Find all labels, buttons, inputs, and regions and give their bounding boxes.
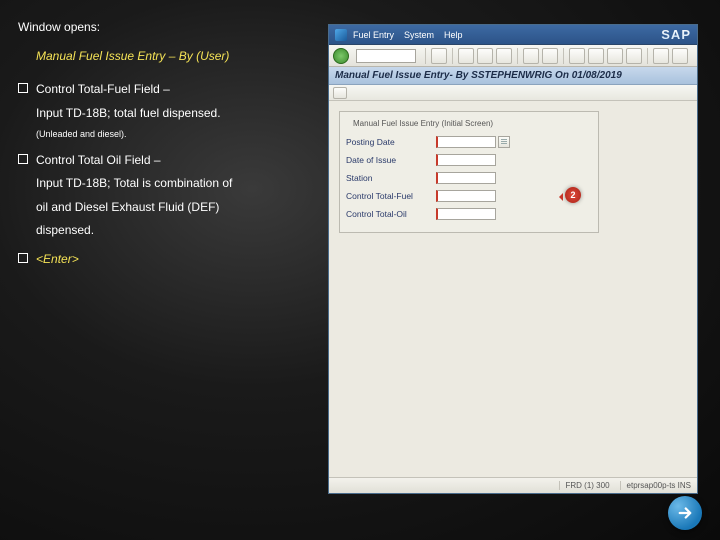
sap-statusbar: FRD (1) 300 etprsap00p-ts INS [329, 477, 697, 493]
screen-banner: Manual Fuel Issue Entry- By SSTEPHENWRIG… [329, 67, 697, 85]
menu-help[interactable]: Help [444, 30, 463, 40]
statusbar-host: etprsap00p-ts INS [620, 481, 691, 490]
statusbar-system: FRD (1) 300 [559, 481, 610, 490]
sap-titlebar: Fuel Entry System Help SAP [329, 25, 697, 45]
print-button[interactable] [523, 48, 539, 64]
first-page-button[interactable] [569, 48, 585, 64]
help-button[interactable] [653, 48, 669, 64]
sap-logo: SAP [661, 27, 691, 42]
checkbox-bullet-icon [18, 253, 28, 263]
bullet-2-main: Control Total Oil Field – [36, 151, 298, 170]
date-picker-icon[interactable] [498, 136, 510, 148]
label-station: Station [346, 173, 436, 183]
menu-bar: Fuel Entry System Help [353, 30, 463, 40]
toolbar-separator [517, 48, 518, 64]
form-area: Manual Fuel Issue Entry (Initial Screen)… [329, 101, 697, 477]
toolbar-separator [452, 48, 453, 64]
menu-system[interactable]: System [404, 30, 434, 40]
enter-button[interactable] [333, 48, 349, 64]
exit-button[interactable] [477, 48, 493, 64]
prev-page-button[interactable] [588, 48, 604, 64]
groupbox-title: Manual Fuel Issue Entry (Initial Screen) [350, 119, 496, 128]
toolbar-separator [563, 48, 564, 64]
sap-app-icon [335, 29, 347, 41]
bullet-1: Control Total-Fuel Field – [18, 80, 298, 99]
input-posting-date[interactable] [436, 136, 496, 148]
window-title-line: Manual Fuel Issue Entry – By (User) [36, 47, 298, 66]
app-toolbar [329, 85, 697, 101]
find-button[interactable] [542, 48, 558, 64]
intro-line: Window opens: [18, 18, 298, 37]
checkbox-bullet-icon [18, 154, 28, 164]
bullet-1-sub: Input TD-18B; total fuel dispensed. [36, 104, 298, 123]
input-control-total-fuel[interactable] [436, 190, 496, 202]
next-page-button[interactable] [607, 48, 623, 64]
menu-fuel-entry[interactable]: Fuel Entry [353, 30, 394, 40]
input-control-total-oil[interactable] [436, 208, 496, 220]
app-toolbar-button[interactable] [333, 87, 347, 99]
arrow-right-icon [676, 504, 694, 522]
bullet-1-main: Control Total-Fuel Field – [36, 80, 298, 99]
cancel-button[interactable] [496, 48, 512, 64]
checkbox-bullet-icon [18, 83, 28, 93]
bullet-3-enter: <<Enter>Enter> [36, 250, 298, 269]
row-station: Station [346, 170, 592, 186]
form-groupbox: Manual Fuel Issue Entry (Initial Screen)… [339, 111, 599, 233]
label-control-total-fuel: Control Total-Fuel [346, 191, 436, 201]
command-field[interactable] [356, 49, 416, 63]
input-station[interactable] [436, 172, 496, 184]
bullet-2-sub3: dispensed. [36, 221, 298, 240]
row-posting-date: Posting Date [346, 134, 592, 150]
callout-badge-2: 2 [565, 187, 581, 203]
toolbar-separator [425, 48, 426, 64]
label-date-of-issue: Date of Issue [346, 155, 436, 165]
sap-window: Fuel Entry System Help SAP Manual Fuel I… [328, 24, 698, 494]
save-button[interactable] [431, 48, 447, 64]
bullet-2-sub1: Input TD-18B; Total is combination of [36, 174, 298, 193]
layout-button[interactable] [672, 48, 688, 64]
label-control-total-oil: Control Total-Oil [346, 209, 436, 219]
toolbar-separator [647, 48, 648, 64]
input-date-of-issue[interactable] [436, 154, 496, 166]
sap-toolbar [329, 45, 697, 67]
label-posting-date: Posting Date [346, 137, 436, 147]
bullet-3: <<Enter>Enter> [18, 250, 298, 269]
bullet-2-sub2: oil and Diesel Exhaust Fluid (DEF) [36, 198, 298, 217]
bullet-1-note: (Unleaded and diesel). [36, 127, 298, 141]
bullet-2: Control Total Oil Field – [18, 151, 298, 170]
back-button[interactable] [458, 48, 474, 64]
row-control-total-oil: Control Total-Oil [346, 206, 592, 222]
last-page-button[interactable] [626, 48, 642, 64]
next-slide-button[interactable] [668, 496, 702, 530]
instruction-panel: Window opens: Manual Fuel Issue Entry – … [18, 18, 298, 273]
row-date-of-issue: Date of Issue [346, 152, 592, 168]
